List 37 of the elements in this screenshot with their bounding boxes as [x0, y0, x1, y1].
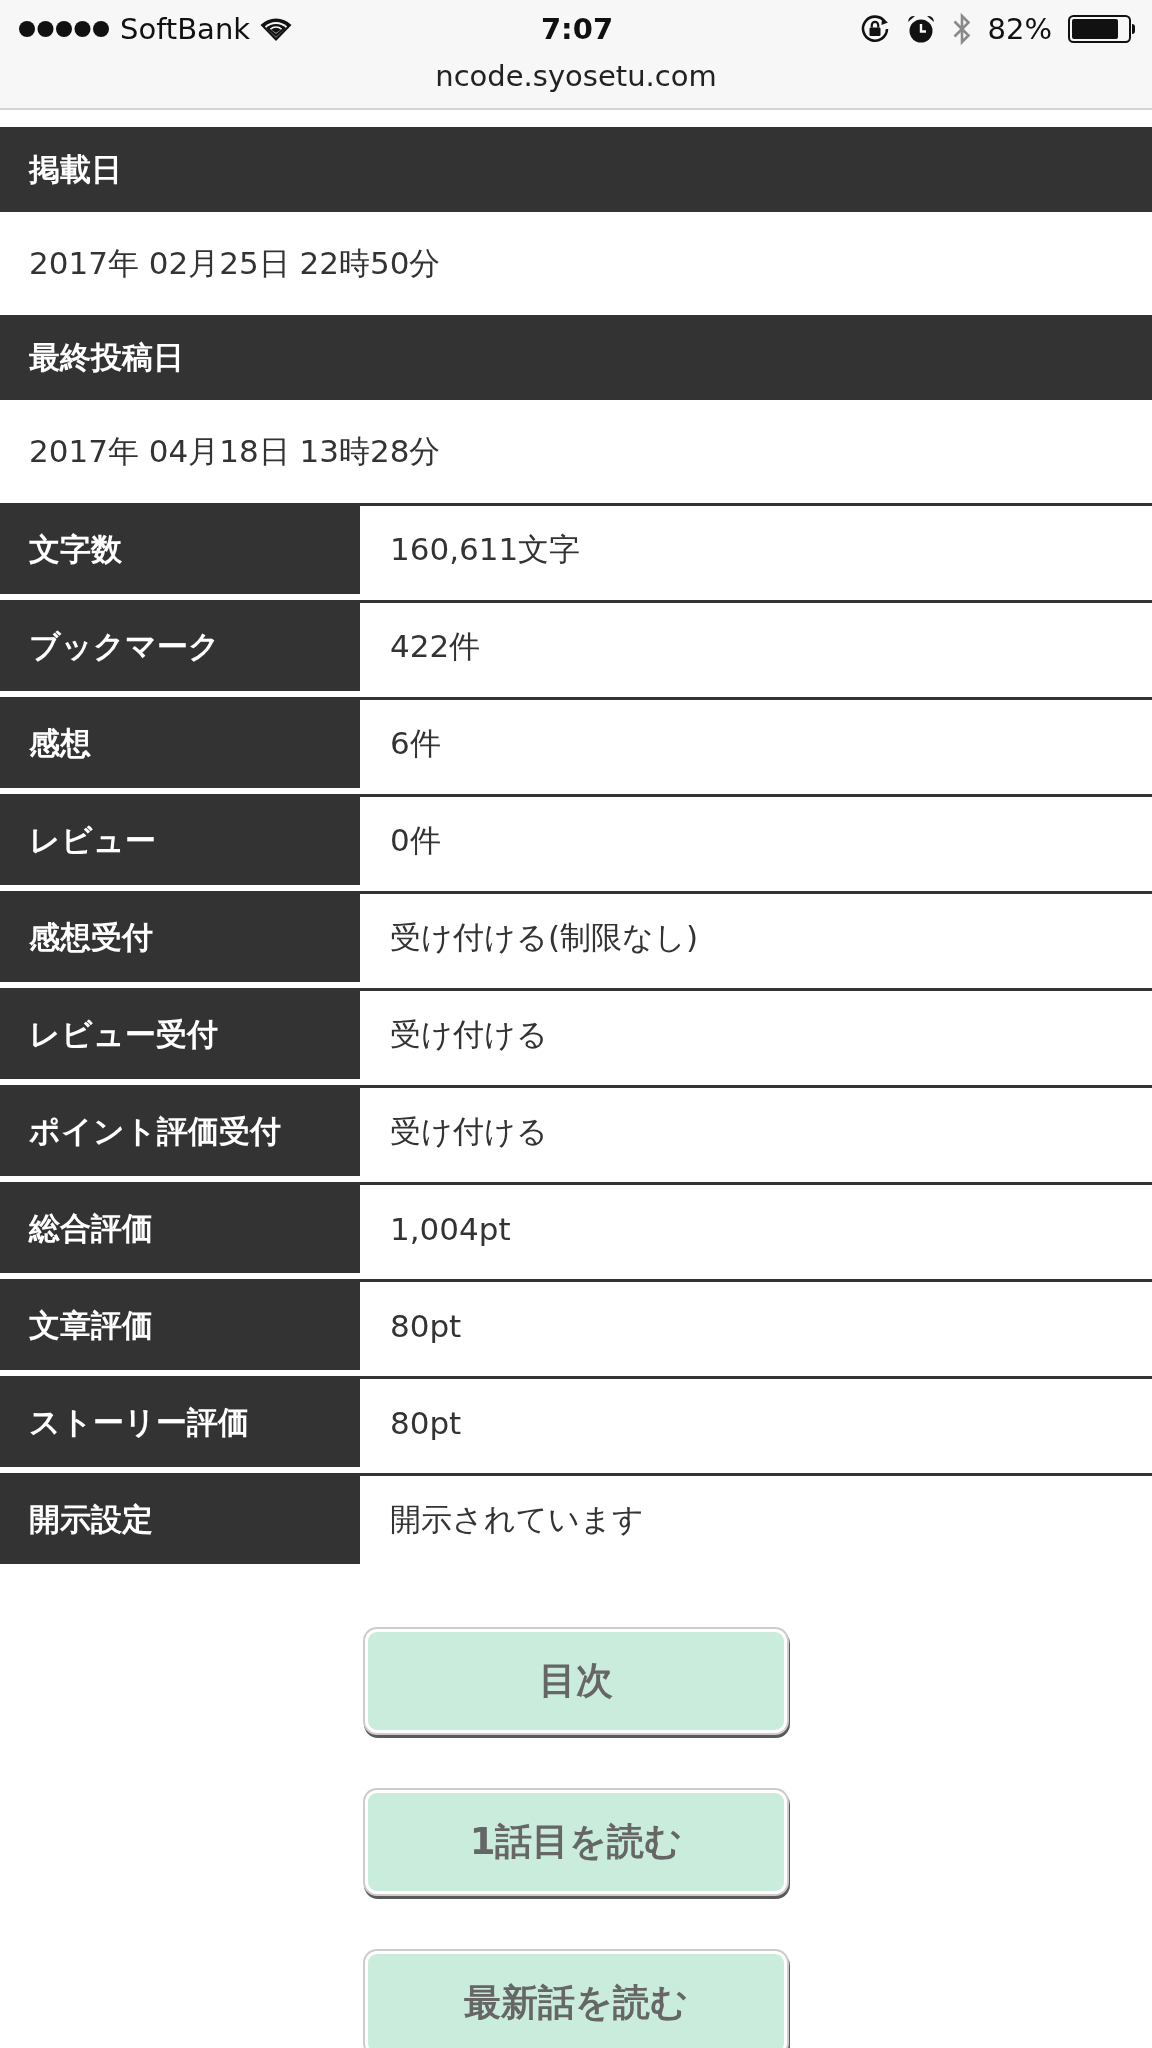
- row-value: 80pt: [390, 1405, 462, 1441]
- row-label: 総合評価: [0, 1185, 360, 1273]
- bluetooth-icon: [951, 12, 972, 46]
- rotation-lock-icon: [859, 14, 890, 44]
- row-label: 感想受付: [0, 894, 360, 982]
- row-label: レビュー受付: [0, 991, 360, 1079]
- row-label: レビュー: [0, 797, 360, 885]
- section-heading: 掲載日: [0, 127, 1152, 212]
- page-url[interactable]: ncode.syosetu.com: [435, 58, 717, 94]
- wifi-icon: [260, 17, 293, 41]
- clock-time: 7:07: [540, 14, 614, 44]
- row-value: 80pt: [390, 1308, 462, 1344]
- battery-icon: [1068, 15, 1136, 43]
- row-value: 開示されています: [390, 1500, 644, 1539]
- nav-button[interactable]: 最新話を読む: [365, 1951, 787, 2048]
- row-value: 422件: [390, 627, 481, 666]
- battery-percentage: 82%: [987, 14, 1052, 44]
- signal-strength-icon: [18, 20, 110, 38]
- row-label: ブックマーク: [0, 603, 360, 691]
- row-label: 文章評価: [0, 1282, 360, 1370]
- date-value: 2017年 04月18日 13時28分: [29, 431, 441, 471]
- row-value: 1,004pt: [390, 1211, 511, 1247]
- row-label: 文字数: [0, 506, 360, 594]
- row-value: 6件: [390, 724, 441, 763]
- row-value: 受け付ける: [390, 1112, 548, 1151]
- date-value: 2017年 02月25日 22時50分: [29, 243, 441, 283]
- row-label: 開示設定: [0, 1476, 360, 1564]
- row-label: ストーリー評価: [0, 1379, 360, 1467]
- row-value: 160,611文字: [390, 530, 581, 569]
- row-label: ポイント評価受付: [0, 1088, 360, 1176]
- row-value: 0件: [390, 821, 441, 860]
- section-heading: 最終投稿日: [0, 315, 1152, 400]
- carrier-name: SoftBank: [120, 14, 251, 44]
- row-value: 受け付ける: [390, 1015, 548, 1054]
- alarm-clock-icon: [905, 14, 936, 44]
- row-value: 受け付ける(制限なし): [390, 918, 699, 957]
- row-label: 感想: [0, 700, 360, 788]
